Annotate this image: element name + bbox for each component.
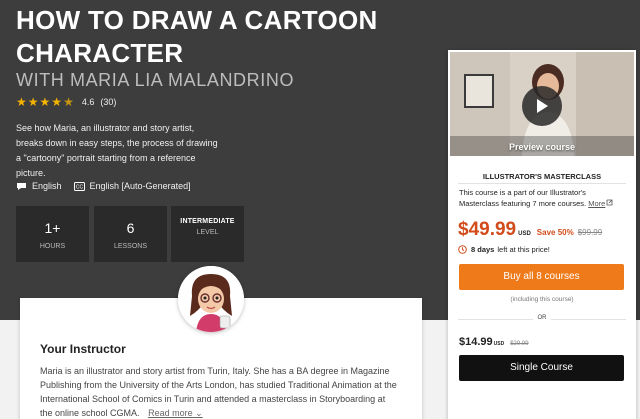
stat-hours: 1+ HOURS [16,206,89,262]
instructor-bio: Maria is an illustrator and story artist… [40,364,400,419]
subtitles-language: CC English [Auto-Generated] [73,181,191,191]
including-note: (including this course) [510,296,574,303]
play-button[interactable] [522,86,562,126]
stat-label: HOURS [39,243,66,250]
buy-all-courses-button[interactable]: Buy all 8 courses [459,264,624,290]
instructor-avatar [178,266,244,332]
more-link-label: More [588,199,606,208]
timer-text: left at this price! [497,245,550,254]
stat-value: INTERMEDIATE [180,218,235,225]
masterclass-label: ILLUSTRATOR'S MASTERCLASS [482,172,602,181]
stat-value: 6 [126,220,135,236]
instructor-bio-text: Maria is an illustrator and story artist… [40,366,397,418]
save-badge: Save 50% [536,228,574,237]
rating-count: (30) [100,97,117,107]
bundle-currency: USD [518,231,531,237]
course-description: See how Maria, an illustrator and story … [16,123,218,178]
stat-lessons: 6 LESSONS [94,206,167,262]
subtitles-language-label: English [Auto-Generated] [89,181,191,191]
preview-course-label: Preview course [508,142,576,152]
course-title: HOW TO DRAW A CARTOON CHARACTER [16,5,378,68]
timer-row: 8 days left at this price! [458,245,550,254]
star-icon: ★ [27,95,39,109]
rating-value: 4.6 [81,97,95,107]
external-link-icon [606,199,613,206]
bundle-old-price: $99.99 [577,228,603,237]
stat-label: LESSONS [113,243,148,250]
divider [458,183,626,184]
instructor-heading: Your Instructor [40,342,126,356]
chevron-down-icon: ⌄ [195,408,203,418]
course-subtitle: WITH MARIA LIA MALANDRINO [16,70,295,90]
single-currency: USD [493,341,505,347]
cc-icon: CC [73,181,85,191]
read-more-link[interactable]: Read more ⌄ [148,408,203,418]
course-preview-video[interactable]: Preview course [450,52,634,156]
star-icon: ★ [51,95,63,109]
purchase-card: Preview course ILLUSTRATOR'S MASTERCLASS… [448,50,636,419]
play-icon [537,99,548,113]
language-row: English CC English [Auto-Generated] [16,181,203,191]
timer-days: 8 days [471,245,495,254]
half-star-icon: ★ [63,95,74,109]
star-icon: ★ [39,95,51,109]
audio-language: English [16,181,62,191]
clock-icon [458,245,467,254]
single-old-price: $29.99 [510,341,529,347]
stat-value: 1+ [44,220,61,236]
speech-bubble-icon [17,182,26,190]
single-price: $14.99 [459,336,493,348]
price-row: $49.99 USD Save 50% $99.99 [458,219,602,241]
more-link[interactable]: More [588,199,613,208]
bundle-price: $49.99 [458,219,517,240]
stat-level: INTERMEDIATE LEVEL [171,206,244,262]
masterclass-description: This course is a part of our Illustrator… [459,187,627,209]
masterclass-description-text: This course is a part of our Illustrator… [459,188,587,208]
audio-language-label: English [32,181,62,191]
read-more-label: Read more [148,408,193,418]
stat-label: LEVEL [196,229,219,236]
rating-stars: ★ ★ ★ ★ ★ [16,96,74,108]
svg-text:CC: CC [75,184,83,190]
rating-row: ★ ★ ★ ★ ★ 4.6 (30) [16,96,116,108]
cartoon-portrait-image [178,266,244,332]
single-course-button[interactable]: Single Course [459,355,624,381]
single-price-row: $14.99 USD $29.99 [459,336,529,348]
star-icon: ★ [16,95,27,109]
or-separator: OR [533,315,551,321]
